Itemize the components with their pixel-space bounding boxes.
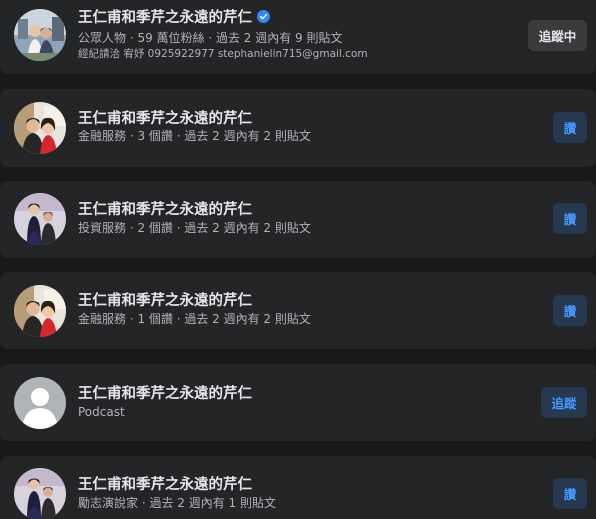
page-meta: 公眾人物 · 59 萬位粉絲 · 過去 2 週內有 9 則貼文: [78, 31, 343, 45]
page-meta: 金融服務 · 1 個讚 · 過去 2 週內有 2 則貼文: [78, 312, 311, 326]
like-button[interactable]: 讚: [553, 478, 587, 509]
page-name[interactable]: 王仁甫和季芹之永遠的芹仁: [78, 385, 252, 403]
result-card[interactable]: 王仁甫和季芹之永遠的芹仁 投資服務 · 2 個讚 · 過去 2 週內有 2 則貼…: [0, 181, 596, 258]
like-button[interactable]: 讚: [553, 295, 587, 326]
following-button[interactable]: 追蹤中: [528, 20, 587, 51]
page-meta: 投資服務 · 2 個讚 · 過去 2 週內有 2 則貼文: [78, 221, 311, 235]
result-card[interactable]: 王仁甫和季芹之永遠的芹仁 金融服務 · 1 個讚 · 過去 2 週內有 2 則貼…: [0, 272, 596, 349]
search-results-list: 王仁甫和季芹之永遠的芹仁 公眾人物 · 59 萬位粉絲 · 過去 2 週內有 9…: [0, 0, 596, 519]
avatar[interactable]: [14, 102, 66, 154]
default-avatar-icon[interactable]: [14, 377, 66, 429]
page-name[interactable]: 王仁甫和季芹之永遠的芹仁: [78, 201, 252, 219]
result-card[interactable]: 王仁甫和季芹之永遠的芹仁 Podcast 追蹤: [0, 364, 596, 441]
page-name[interactable]: 王仁甫和季芹之永遠的芹仁: [78, 110, 252, 128]
page-name[interactable]: 王仁甫和季芹之永遠的芹仁: [78, 476, 252, 494]
page-description: 經紀請洽 宥妤 0925922977 stephanielin715@gmail…: [78, 48, 368, 60]
avatar[interactable]: [14, 285, 66, 337]
result-card[interactable]: 王仁甫和季芹之永遠的芹仁 金融服務 · 3 個讚 · 過去 2 週內有 2 則貼…: [0, 89, 596, 167]
avatar[interactable]: [14, 468, 66, 519]
page-meta: 金融服務 · 3 個讚 · 過去 2 週內有 2 則貼文: [78, 129, 311, 143]
result-card[interactable]: 王仁甫和季芹之永遠的芹仁 公眾人物 · 59 萬位粉絲 · 過去 2 週內有 9…: [0, 0, 596, 74]
avatar[interactable]: [14, 9, 66, 61]
page-meta: 勵志演說家 · 過去 2 週內有 1 則貼文: [78, 496, 276, 510]
avatar[interactable]: [14, 193, 66, 245]
page-name[interactable]: 王仁甫和季芹之永遠的芹仁: [78, 9, 270, 27]
like-button[interactable]: 讚: [553, 112, 587, 143]
page-name[interactable]: 王仁甫和季芹之永遠的芹仁: [78, 292, 252, 310]
like-button[interactable]: 讚: [553, 203, 587, 234]
verified-badge-icon: [257, 10, 270, 23]
follow-button[interactable]: 追蹤: [541, 387, 587, 418]
result-card[interactable]: 王仁甫和季芹之永遠的芹仁 勵志演說家 · 過去 2 週內有 1 則貼文 讚: [0, 456, 596, 519]
page-meta: Podcast: [78, 405, 125, 419]
